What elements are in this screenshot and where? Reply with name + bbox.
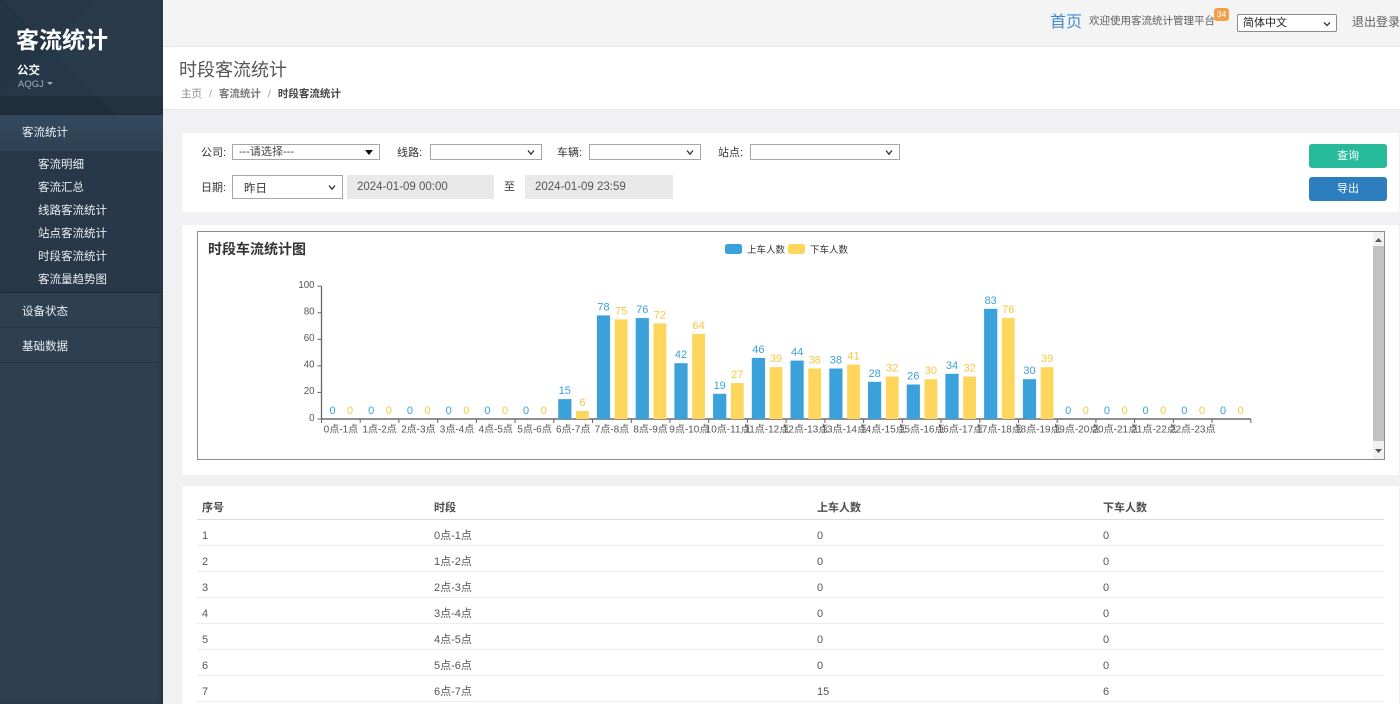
svg-text:22点-23点: 22点-23点: [1170, 424, 1216, 436]
svg-text:64: 64: [692, 320, 704, 332]
svg-text:0: 0: [424, 405, 430, 417]
svg-text:1点-2点: 1点-2点: [362, 424, 396, 436]
svg-text:32: 32: [963, 363, 975, 375]
svg-text:6: 6: [579, 397, 585, 409]
svg-text:0点-1点: 0点-1点: [324, 424, 358, 436]
svg-text:0: 0: [1083, 405, 1089, 417]
svg-text:80: 80: [304, 307, 315, 318]
svg-text:6点-7点: 6点-7点: [556, 424, 590, 436]
svg-text:8点-9点: 8点-9点: [633, 424, 667, 436]
svg-text:0: 0: [347, 405, 353, 417]
svg-text:0: 0: [329, 405, 335, 417]
svg-text:2点-3点: 2点-3点: [401, 424, 435, 436]
svg-text:76: 76: [636, 304, 648, 316]
svg-text:39: 39: [770, 353, 782, 365]
svg-text:0: 0: [386, 405, 392, 417]
svg-text:0: 0: [446, 405, 452, 417]
svg-text:0: 0: [407, 405, 413, 417]
svg-text:0: 0: [541, 405, 547, 417]
svg-text:44: 44: [791, 347, 803, 359]
svg-text:46: 46: [752, 344, 764, 356]
svg-text:0: 0: [1199, 405, 1205, 417]
svg-text:42: 42: [675, 349, 687, 361]
svg-text:30: 30: [1023, 365, 1035, 377]
svg-text:40: 40: [304, 360, 315, 371]
svg-text:15: 15: [559, 385, 571, 397]
svg-text:0: 0: [502, 405, 508, 417]
svg-text:60: 60: [304, 333, 315, 344]
svg-text:41: 41: [847, 351, 859, 363]
svg-text:0: 0: [1065, 405, 1071, 417]
svg-text:19: 19: [714, 380, 726, 392]
svg-text:0: 0: [523, 405, 529, 417]
svg-text:78: 78: [597, 301, 609, 313]
svg-text:39: 39: [1041, 353, 1053, 365]
svg-text:0: 0: [1143, 405, 1149, 417]
svg-text:4点-5点: 4点-5点: [478, 424, 512, 436]
svg-text:28: 28: [868, 368, 880, 380]
svg-text:38: 38: [809, 355, 821, 367]
svg-text:0: 0: [1220, 405, 1226, 417]
svg-text:3点-4点: 3点-4点: [440, 424, 474, 436]
svg-text:0: 0: [1160, 405, 1166, 417]
svg-text:76: 76: [1002, 304, 1014, 316]
svg-text:83: 83: [985, 295, 997, 307]
svg-text:0: 0: [1181, 405, 1187, 417]
svg-text:9点-10点: 9点-10点: [669, 424, 709, 436]
svg-text:34: 34: [946, 360, 958, 372]
svg-text:38: 38: [830, 355, 842, 367]
svg-text:72: 72: [654, 309, 666, 321]
svg-text:0: 0: [1121, 405, 1127, 417]
svg-text:7点-8点: 7点-8点: [595, 424, 629, 436]
svg-text:26: 26: [907, 371, 919, 383]
svg-text:0: 0: [1238, 405, 1244, 417]
svg-text:32: 32: [886, 363, 898, 375]
svg-text:0: 0: [368, 405, 374, 417]
svg-text:0: 0: [309, 413, 315, 424]
svg-text:27: 27: [731, 369, 743, 381]
svg-text:5点-6点: 5点-6点: [517, 424, 551, 436]
svg-text:0: 0: [463, 405, 469, 417]
svg-text:30: 30: [925, 365, 937, 377]
svg-text:100: 100: [298, 280, 315, 291]
svg-text:75: 75: [615, 305, 627, 317]
svg-text:20: 20: [304, 386, 315, 397]
svg-text:0: 0: [484, 405, 490, 417]
svg-text:0: 0: [1104, 405, 1110, 417]
